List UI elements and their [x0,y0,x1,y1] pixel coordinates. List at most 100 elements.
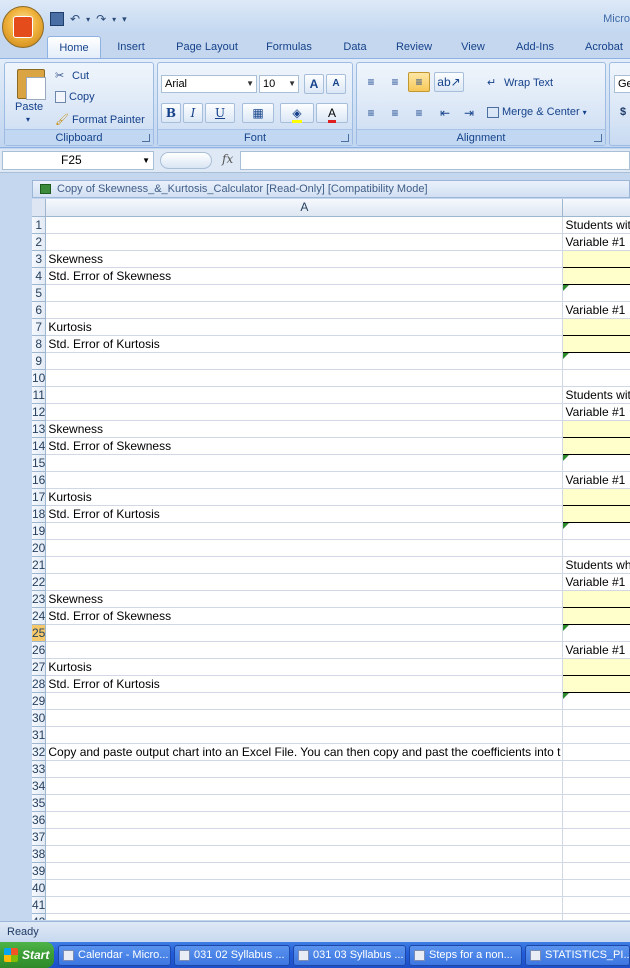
row-header[interactable]: 10 [32,369,47,387]
bold-button[interactable]: B [161,103,181,123]
cell-a34[interactable] [45,777,564,795]
tab-page-layout[interactable]: Page Layout [168,36,246,58]
formula-input[interactable] [240,151,630,170]
paste-dropdown-icon[interactable]: ▾ [26,115,30,124]
cell-a16[interactable] [45,471,564,489]
cell-b18[interactable] [562,504,630,523]
save-icon[interactable] [50,12,64,26]
name-box[interactable]: F25 ▼ [2,151,154,170]
cell-a42[interactable] [45,913,564,920]
paste-icon[interactable] [17,69,46,100]
row-header[interactable]: 26 [32,641,47,659]
cell-a12[interactable] [45,403,564,421]
undo-icon[interactable]: ↶ [70,12,80,26]
underline-button[interactable]: U [205,103,235,123]
row-header[interactable]: 39 [32,862,47,880]
row-header[interactable]: 36 [32,811,47,829]
cell-b36[interactable] [562,811,630,829]
cell-a6[interactable] [45,301,564,319]
font-color-button[interactable]: A [316,103,348,123]
row-header[interactable]: 17 [32,488,47,506]
cell-a1[interactable] [45,216,564,234]
cell-b19[interactable]: #DIV/0! [562,522,630,540]
tab-acrobat[interactable]: Acrobat [578,36,630,58]
row-header[interactable]: 31 [32,726,47,744]
cell-a30[interactable] [45,709,564,727]
row-header[interactable]: 24 [32,607,47,625]
row-header[interactable]: 35 [32,794,47,812]
cell-a22[interactable] [45,573,564,591]
cell-b39[interactable] [562,862,630,880]
row-header[interactable]: 30 [32,709,47,727]
row-header[interactable]: 28 [32,675,47,693]
cell-b2[interactable]: Variable #1 [562,233,630,251]
cell-b33[interactable] [562,760,630,778]
cell-a26[interactable] [45,641,564,659]
copy-button[interactable]: Copy [55,91,95,103]
cell-a24[interactable]: Std. Error of Skewness [45,607,564,625]
cell-a25[interactable] [45,624,564,642]
cell-a20[interactable] [45,539,564,557]
tab-review[interactable]: Review [390,36,438,58]
row-header[interactable]: 38 [32,845,47,863]
cell-a38[interactable] [45,845,564,863]
align-top-button[interactable]: ≡ [360,72,382,92]
align-bottom-button[interactable]: ≡ [408,72,430,92]
cell-b37[interactable] [562,828,630,846]
column-header-b[interactable]: B [562,199,630,217]
row-header[interactable]: 42 [32,913,47,920]
cell-b24[interactable] [562,606,630,625]
cell-a18[interactable]: Std. Error of Kurtosis [45,505,564,523]
cell-a15[interactable] [45,454,564,472]
align-left-button[interactable]: ≡ [360,103,382,123]
cell-a29[interactable] [45,692,564,710]
row-header[interactable]: 25 [32,624,47,642]
paste-button[interactable]: Paste [15,101,43,113]
cell-b26[interactable]: Variable #1 [562,641,630,659]
italic-button[interactable]: I [183,103,203,123]
row-header[interactable]: 19 [32,522,47,540]
taskbar-item-statistics[interactable]: STATISTICS_PI... [525,945,630,966]
redo-dropdown-icon[interactable]: ▾ [112,15,116,24]
cell-a37[interactable] [45,828,564,846]
cell-b30[interactable] [562,709,630,727]
cell-b20[interactable] [562,539,630,557]
cell-a5[interactable] [45,284,564,302]
row-header[interactable]: 1 [32,216,47,234]
cell-b15[interactable]: #DIV/0! [562,454,630,472]
cell-b38[interactable] [562,845,630,863]
decrease-indent-button[interactable]: ⇤ [434,103,456,123]
cell-a9[interactable] [45,352,564,370]
cell-b5[interactable]: #DIV/0! [562,284,630,302]
row-header[interactable]: 27 [32,658,47,676]
cell-b32[interactable] [562,743,630,761]
row-header[interactable]: 2 [32,233,47,251]
taskbar-item-calendar[interactable]: Calendar - Micro... [58,945,171,966]
cell-a19[interactable] [45,522,564,540]
cell-a2[interactable] [45,233,564,251]
row-header[interactable]: 9 [32,352,47,370]
cell-a21[interactable] [45,556,564,574]
cell-b6[interactable]: Variable #1 [562,301,630,319]
grow-font-button[interactable]: A [304,74,324,94]
row-header[interactable]: 11 [32,386,47,404]
align-center-button[interactable]: ≡ [384,103,406,123]
row-header[interactable]: 21 [32,556,47,574]
start-button[interactable]: Start [0,942,54,968]
redo-icon[interactable]: ↷ [96,12,106,26]
row-header[interactable]: 3 [32,250,47,268]
tab-view[interactable]: View [452,36,494,58]
borders-button[interactable]: ▦ [242,103,274,123]
cell-a41[interactable] [45,896,564,914]
customize-qat-icon[interactable]: ▾ [122,14,127,25]
cell-a40[interactable] [45,879,564,897]
alignment-launcher-icon[interactable] [594,134,602,142]
font-size-select[interactable]: 10 ▼ [259,75,299,93]
cell-b10[interactable] [562,369,630,387]
row-header[interactable]: 5 [32,284,47,302]
row-header[interactable]: 22 [32,573,47,591]
row-header[interactable]: 18 [32,505,47,523]
select-all-corner[interactable] [32,199,47,217]
cell-b17[interactable] [562,487,630,506]
cell-a32[interactable]: Copy and paste output chart into an Exce… [45,743,564,761]
